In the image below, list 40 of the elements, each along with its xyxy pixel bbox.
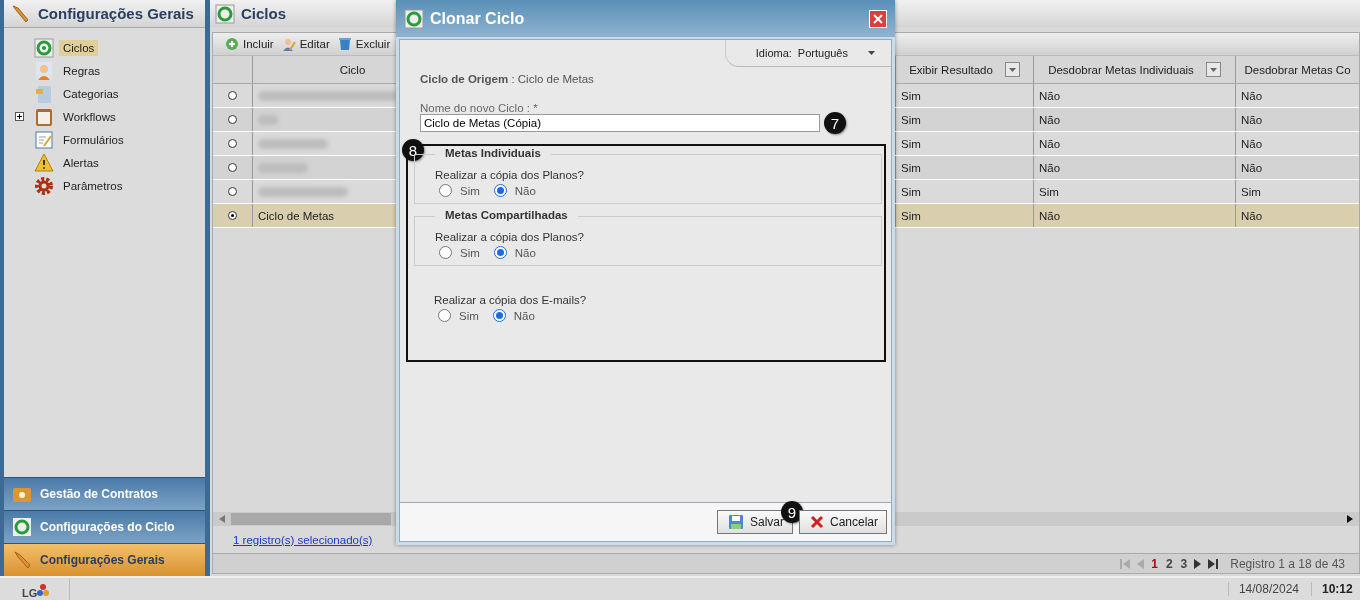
record-count: Registro 1 a 18 de 43 bbox=[1230, 556, 1345, 571]
fieldset-legend: Metas Compartilhadas bbox=[435, 209, 578, 221]
logo-text: LG bbox=[22, 587, 38, 599]
table-cell: Sim bbox=[901, 209, 921, 222]
table-cell: Não bbox=[1039, 113, 1061, 126]
radio-label: Não bbox=[513, 309, 535, 322]
table-cell: Não bbox=[1039, 209, 1061, 222]
question-label: Realizar a cópia dos Planos? bbox=[435, 169, 585, 181]
question-label: Realizar a cópia dos E-mails? bbox=[434, 294, 588, 306]
table-cell: Não bbox=[1039, 89, 1061, 102]
fieldset-legend: Metas Individuais bbox=[435, 147, 551, 159]
panel-title: Ciclos bbox=[241, 5, 286, 22]
radio-label: Sim bbox=[459, 309, 479, 322]
table-cell: Sim bbox=[1241, 185, 1261, 198]
field-label: Nome do novo Ciclo : * bbox=[420, 102, 539, 114]
table-cell: Sim bbox=[901, 185, 921, 198]
table-cell: Não bbox=[1039, 137, 1061, 150]
table-cell: Não bbox=[1241, 89, 1263, 102]
table-cell: Não bbox=[1241, 113, 1263, 126]
radio-label: Sim bbox=[460, 184, 480, 197]
status-time: 10:12 bbox=[1311, 582, 1360, 596]
table-cell: Não bbox=[1241, 161, 1263, 174]
table-cell: Sim bbox=[901, 137, 921, 150]
radio-label: Não bbox=[514, 246, 536, 259]
table-cell: Sim bbox=[901, 113, 921, 126]
radio-label: Sim bbox=[460, 246, 480, 259]
table-cell: Sim bbox=[901, 89, 921, 102]
table-cell: Sim bbox=[901, 161, 921, 174]
table-cell: Não bbox=[1039, 161, 1061, 174]
radio-label: Não bbox=[514, 184, 536, 197]
question-label: Realizar a cópia dos Planos? bbox=[435, 231, 585, 243]
table-cell: Sim bbox=[1039, 185, 1059, 198]
status-date: 14/08/2024 bbox=[1227, 582, 1311, 596]
step-marker: 7 bbox=[824, 112, 846, 134]
table-cell: Não bbox=[1241, 137, 1263, 150]
dialog-title: Clonar Ciclo bbox=[430, 9, 526, 28]
table-cell: Não bbox=[1241, 209, 1263, 222]
origin-cycle-text: Ciclo de Origem : Ciclo de Metas bbox=[420, 73, 595, 85]
sidebar-title: Configurações Gerais bbox=[38, 5, 194, 22]
table-cell: Ciclo de Metas bbox=[258, 209, 335, 222]
